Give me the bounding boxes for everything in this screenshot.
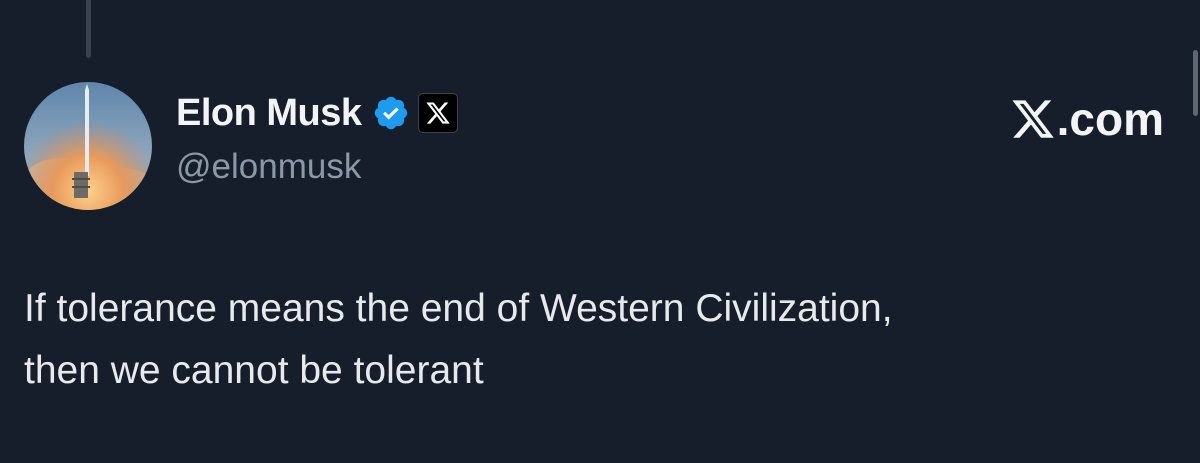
brand-label: .com: [1056, 93, 1164, 145]
author-handle[interactable]: @elonmusk: [176, 147, 361, 187]
x-logo-icon: [1012, 100, 1054, 138]
author-display-name[interactable]: Elon Musk: [176, 92, 362, 135]
x-logo-icon: [425, 102, 450, 124]
author-name-row: Elon Musk: [176, 88, 458, 138]
avatar[interactable]: [24, 82, 152, 210]
scrollbar[interactable]: [1193, 50, 1198, 116]
x-affiliation-badge[interactable]: [417, 93, 458, 133]
thread-connector-line: [86, 0, 91, 58]
brand-watermark: .com: [1010, 92, 1164, 146]
tweet-text-line: If tolerance means the end of Western Ci…: [24, 287, 893, 330]
verified-badge-icon: [372, 94, 410, 132]
avatar-image: [24, 82, 152, 210]
tweet-text: If tolerance means the end of Western Ci…: [24, 278, 1174, 402]
tweet-text-line: then we cannot be tolerant: [24, 349, 484, 392]
